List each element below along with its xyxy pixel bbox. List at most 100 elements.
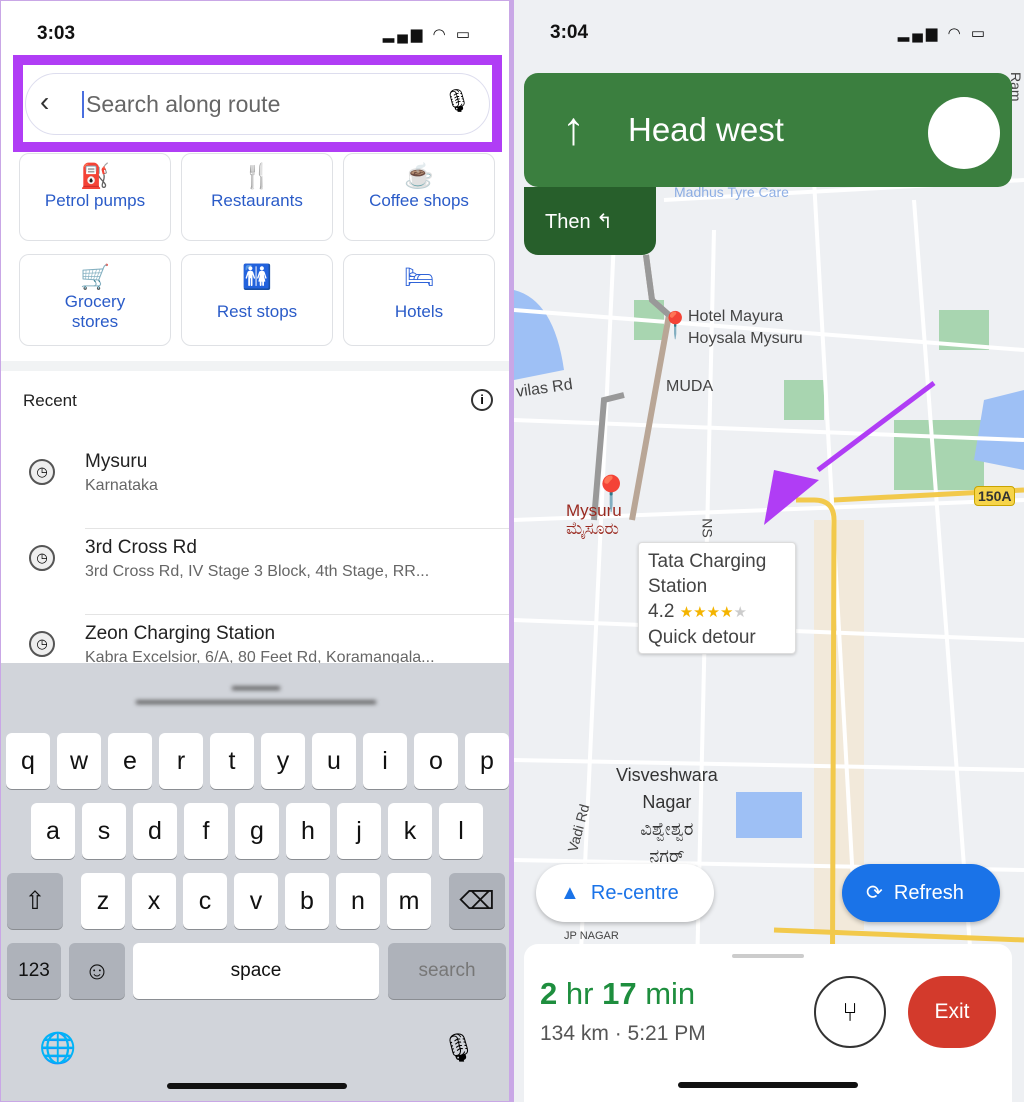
route-fork-icon: ⑂	[842, 997, 858, 1027]
refresh-button[interactable]: ⟳ Refresh	[842, 864, 1000, 922]
empty-star-icon: ★	[733, 604, 747, 621]
key-v[interactable]: v	[234, 873, 278, 929]
category-rest-stops[interactable]: 🚻 Rest stops	[181, 254, 333, 346]
voice-mic-icon[interactable]: 🎙	[928, 97, 1000, 169]
search-key[interactable]: search	[388, 943, 506, 999]
clock-icon: ◷	[29, 631, 55, 657]
recent-title: 3rd Cross Rd	[85, 537, 197, 558]
key-p[interactable]: p	[465, 733, 509, 789]
destination-pin-icon[interactable]: 📍	[590, 474, 632, 514]
alternate-routes-button[interactable]: ⑂	[814, 976, 886, 1048]
navigation-screen: 3:04 ▂▄▆ ◠ ▭ Ram ↑ Head west 🎙 Madhus Ty…	[514, 0, 1024, 1102]
gas-station-icon: ⛽	[80, 163, 110, 190]
map-label-muda[interactable]: MUDA	[666, 378, 713, 396]
category-grocery-stores[interactable]: 🛒 Grocery stores	[19, 254, 171, 346]
key-d[interactable]: d	[133, 803, 177, 859]
key-x[interactable]: x	[132, 873, 176, 929]
key-q[interactable]: q	[6, 733, 50, 789]
exit-button[interactable]: Exit	[908, 976, 996, 1048]
key-o[interactable]: o	[414, 733, 458, 789]
poi-name: Station	[648, 576, 708, 597]
clock-icon: ◷	[29, 545, 55, 571]
category-restaurants[interactable]: 🍴 Restaurants	[181, 153, 333, 241]
then-banner: Then ↰	[524, 187, 656, 255]
key-h[interactable]: h	[286, 803, 330, 859]
key-e[interactable]: e	[108, 733, 152, 789]
signal-wifi-battery-icon: ▂▄▆ ◠ ▭	[382, 26, 473, 43]
globe-icon[interactable]: 🌐	[39, 1031, 76, 1066]
recent-subtitle: Karnataka	[85, 477, 158, 494]
key-t[interactable]: t	[210, 733, 254, 789]
divider	[1, 361, 509, 371]
cart-icon: 🛒	[80, 264, 110, 291]
key-i[interactable]: i	[363, 733, 407, 789]
key-f[interactable]: f	[184, 803, 228, 859]
map-label: JP NAGAR	[564, 930, 619, 942]
key-n[interactable]: n	[336, 873, 380, 929]
recent-title: Zeon Charging Station	[85, 623, 276, 644]
status-time: 3:04	[550, 22, 589, 43]
category-coffee-shops[interactable]: ☕ Coffee shops	[343, 153, 495, 241]
distance-arrival: 134 km · 5:21 PM	[540, 1022, 706, 1045]
back-icon[interactable]: ‹	[40, 86, 49, 118]
category-label: Grocery stores	[64, 292, 126, 331]
mic-icon[interactable]: 🎙	[443, 88, 471, 114]
key-u[interactable]: u	[312, 733, 356, 789]
charging-station-callout[interactable]: Tata Charging Station 4.2 ★★★★★ Quick de…	[638, 542, 796, 654]
key-w[interactable]: w	[57, 733, 101, 789]
key-c[interactable]: c	[183, 873, 227, 929]
drag-handle[interactable]	[732, 954, 804, 958]
recent-subtitle: 3rd Cross Rd, IV Stage 3 Block, 4th Stag…	[85, 563, 430, 580]
shift-key[interactable]: ⇧	[7, 873, 63, 929]
instruction: Head west	[628, 111, 784, 148]
key-m[interactable]: m	[387, 873, 431, 929]
space-key[interactable]: space	[133, 943, 379, 999]
then-label: Then	[545, 211, 591, 233]
key-y[interactable]: y	[261, 733, 305, 789]
key-b[interactable]: b	[285, 873, 329, 929]
home-indicator	[678, 1082, 858, 1088]
key-g[interactable]: g	[235, 803, 279, 859]
map-label: NS	[699, 518, 716, 538]
recent-item[interactable]: ◷ 3rd Cross Rd 3rd Cross Rd, IV Stage 3 Bl…	[1, 529, 509, 615]
category-petrol-pumps[interactable]: ⛽ Petrol pumps	[19, 153, 171, 241]
recentre-button[interactable]: ▲ Re-centre	[536, 864, 714, 922]
dictation-mic-icon[interactable]: 🎙	[441, 1031, 477, 1064]
straight-arrow-icon: ↑	[562, 102, 585, 154]
search-placeholder: Search along route	[82, 91, 280, 118]
highway-shield: 150A	[974, 486, 1016, 506]
key-k[interactable]: k	[388, 803, 432, 859]
status-bar: 3:04 ▂▄▆ ◠ ▭	[514, 18, 1024, 48]
eta: 2 hr 17 min	[540, 976, 696, 1011]
place-pin-icon[interactable]: 📍	[659, 310, 691, 341]
navigation-arrow-icon: ▲	[560, 882, 580, 904]
turn-left-icon: ↰	[596, 211, 613, 233]
category-hotels[interactable]: 🛏 Hotels	[343, 254, 495, 346]
category-label: Petrol pumps	[44, 191, 146, 210]
status-time: 3:03	[37, 23, 76, 44]
numbers-key[interactable]: 123	[7, 943, 61, 999]
emoji-key[interactable]: ☺	[69, 943, 125, 999]
key-s[interactable]: s	[82, 803, 126, 859]
direction-banner[interactable]: ↑ Head west 🎙	[524, 73, 1012, 187]
search-along-route-screen: 3:03 ▂▄▆ ◠ ▭ ‹ Search along route 🎙 ⛽ Pet…	[0, 0, 510, 1102]
category-label: Restaurants	[211, 191, 303, 210]
map-label-hotel[interactable]: Hotel Mayura Hoysala Mysuru	[688, 306, 803, 350]
recent-item[interactable]: ◷ Mysuru Karnataka	[1, 443, 509, 529]
key-a[interactable]: a	[31, 803, 75, 859]
trip-summary-sheet[interactable]: 2 hr 17 min 134 km · 5:21 PM ⑂ Exit	[524, 944, 1012, 1102]
key-z[interactable]: z	[81, 873, 125, 929]
backspace-key[interactable]: ⌫	[449, 873, 505, 929]
recent-title: Mysuru	[85, 451, 148, 472]
restroom-icon: 🚻	[242, 264, 272, 291]
home-indicator	[167, 1083, 347, 1089]
key-l[interactable]: l	[439, 803, 483, 859]
map-label-area: Visveshwara Nagar ವಿಶ್ವೇಶ್ವರ ನಗರ್	[616, 765, 718, 866]
recentre-label: Re-centre	[590, 882, 679, 904]
recent-heading: Recent	[23, 391, 77, 410]
key-j[interactable]: j	[337, 803, 381, 859]
key-r[interactable]: r	[159, 733, 203, 789]
clock-icon: ◷	[29, 459, 55, 485]
info-icon[interactable]: i	[471, 389, 493, 411]
search-input[interactable]: ‹ Search along route 🎙	[25, 73, 490, 135]
